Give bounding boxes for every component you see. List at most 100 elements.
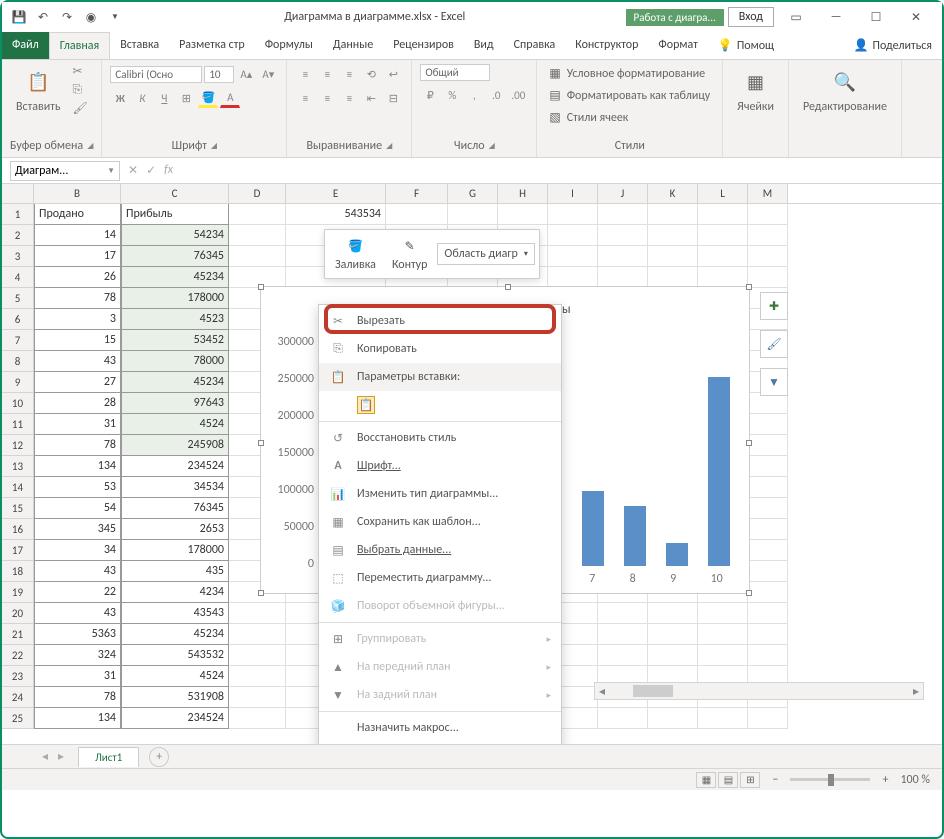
- close-icon[interactable]: ✕: [898, 5, 934, 29]
- cell[interactable]: [648, 624, 698, 645]
- enter-formula-icon[interactable]: ✓: [146, 163, 156, 178]
- row-header[interactable]: 23: [2, 666, 34, 687]
- cell[interactable]: 543534: [286, 204, 386, 225]
- borders-icon[interactable]: ⊞: [176, 88, 196, 108]
- row-header[interactable]: 19: [2, 582, 34, 603]
- horizontal-scrollbar[interactable]: ◂ ▸: [594, 682, 924, 700]
- row-header[interactable]: 14: [2, 477, 34, 498]
- zoom-slider[interactable]: [790, 778, 870, 781]
- cell[interactable]: 17: [34, 246, 121, 267]
- row-header[interactable]: 20: [2, 603, 34, 624]
- column-header[interactable]: K: [648, 184, 698, 203]
- cell[interactable]: 43: [34, 603, 121, 624]
- cell[interactable]: 27: [34, 372, 121, 393]
- resize-handle[interactable]: [258, 284, 264, 290]
- column-header[interactable]: C: [121, 184, 229, 203]
- cell[interactable]: [598, 225, 648, 246]
- cell[interactable]: [748, 246, 788, 267]
- row-header[interactable]: 6: [2, 309, 34, 330]
- cell[interactable]: [229, 645, 286, 666]
- cell[interactable]: [229, 204, 286, 225]
- cell[interactable]: [748, 456, 788, 477]
- row-header[interactable]: 3: [2, 246, 34, 267]
- cell[interactable]: 78: [34, 435, 121, 456]
- cancel-formula-icon[interactable]: ✕: [128, 163, 138, 178]
- column-header[interactable]: M: [748, 184, 788, 203]
- dialog-launcher-icon[interactable]: ◢: [211, 141, 217, 151]
- cell[interactable]: [748, 519, 788, 540]
- column-header[interactable]: F: [386, 184, 448, 203]
- resize-handle[interactable]: [746, 590, 752, 596]
- cell[interactable]: 4523: [121, 309, 229, 330]
- ctx-select-data[interactable]: ▤Выбрать данные...: [319, 536, 561, 564]
- ctx-assign-macro[interactable]: Назначить макрос...: [319, 714, 561, 742]
- cell[interactable]: 78: [34, 687, 121, 708]
- column-header[interactable]: E: [286, 184, 386, 203]
- tab-nav-left-icon[interactable]: ◂: [42, 749, 48, 764]
- cell[interactable]: [498, 204, 548, 225]
- cell[interactable]: [598, 645, 648, 666]
- zoom-in-button[interactable]: +: [882, 773, 888, 787]
- cell[interactable]: 134: [34, 708, 121, 729]
- ctx-move-chart[interactable]: ⬚Переместить диаграмму...: [319, 564, 561, 592]
- cell[interactable]: 45234: [121, 624, 229, 645]
- cell[interactable]: [548, 225, 598, 246]
- minimize-icon[interactable]: —: [818, 5, 854, 29]
- cell[interactable]: [748, 708, 788, 729]
- cell[interactable]: Продано: [34, 204, 121, 225]
- cell[interactable]: [598, 204, 648, 225]
- sheet-tab[interactable]: Лист1: [78, 747, 139, 767]
- cell[interactable]: 345: [34, 519, 121, 540]
- tab-page-layout[interactable]: Разметка стр: [169, 32, 255, 59]
- column-header[interactable]: L: [698, 184, 748, 203]
- maximize-icon[interactable]: ☐: [858, 5, 894, 29]
- cell[interactable]: 178000: [121, 288, 229, 309]
- tab-help[interactable]: Справка: [504, 32, 566, 59]
- scroll-right-icon[interactable]: ▸: [909, 684, 923, 699]
- cell[interactable]: 4524: [121, 666, 229, 687]
- column-header[interactable]: H: [498, 184, 548, 203]
- tab-file[interactable]: Файл: [2, 32, 49, 59]
- cell[interactable]: 3: [34, 309, 121, 330]
- normal-view-button[interactable]: ▦: [696, 772, 716, 788]
- cell[interactable]: 31: [34, 666, 121, 687]
- cell[interactable]: [698, 645, 748, 666]
- name-box[interactable]: Диаграм...▼: [10, 161, 120, 181]
- cell[interactable]: [229, 603, 286, 624]
- cell[interactable]: [648, 603, 698, 624]
- cell[interactable]: 78000: [121, 351, 229, 372]
- cell[interactable]: [648, 267, 698, 288]
- outline-button[interactable]: ✎Контур: [386, 234, 433, 274]
- row-header[interactable]: 10: [2, 393, 34, 414]
- font-name-selector[interactable]: Calibri (Осно: [110, 66, 202, 83]
- increase-font-icon[interactable]: A▴: [236, 64, 256, 84]
- cell[interactable]: 14: [34, 225, 121, 246]
- cell[interactable]: [748, 561, 788, 582]
- chart-styles-button[interactable]: 🖌: [760, 330, 788, 358]
- cell[interactable]: [648, 645, 698, 666]
- column-header[interactable]: D: [229, 184, 286, 203]
- column-header[interactable]: I: [548, 184, 598, 203]
- cell[interactable]: [698, 225, 748, 246]
- cell[interactable]: 178000: [121, 540, 229, 561]
- cell[interactable]: 324: [34, 645, 121, 666]
- cell[interactable]: 53452: [121, 330, 229, 351]
- cell[interactable]: [648, 225, 698, 246]
- chart-bar[interactable]: [666, 543, 688, 566]
- cell[interactable]: [748, 414, 788, 435]
- cell[interactable]: 54: [34, 498, 121, 519]
- row-header[interactable]: 13: [2, 456, 34, 477]
- cell[interactable]: 53: [34, 477, 121, 498]
- cell[interactable]: 31: [34, 414, 121, 435]
- tab-chart-format[interactable]: Формат: [648, 32, 707, 59]
- row-header[interactable]: 17: [2, 540, 34, 561]
- cell[interactable]: 234524: [121, 456, 229, 477]
- share-button[interactable]: 👤Поделиться: [844, 32, 942, 59]
- cell[interactable]: 2653: [121, 519, 229, 540]
- cell[interactable]: [698, 603, 748, 624]
- chart-elements-button[interactable]: ✚: [760, 292, 788, 320]
- ctx-reset-style[interactable]: ↺Восстановить стиль: [319, 424, 561, 452]
- row-header[interactable]: 21: [2, 624, 34, 645]
- fx-icon[interactable]: fx: [164, 163, 173, 178]
- row-header[interactable]: 15: [2, 498, 34, 519]
